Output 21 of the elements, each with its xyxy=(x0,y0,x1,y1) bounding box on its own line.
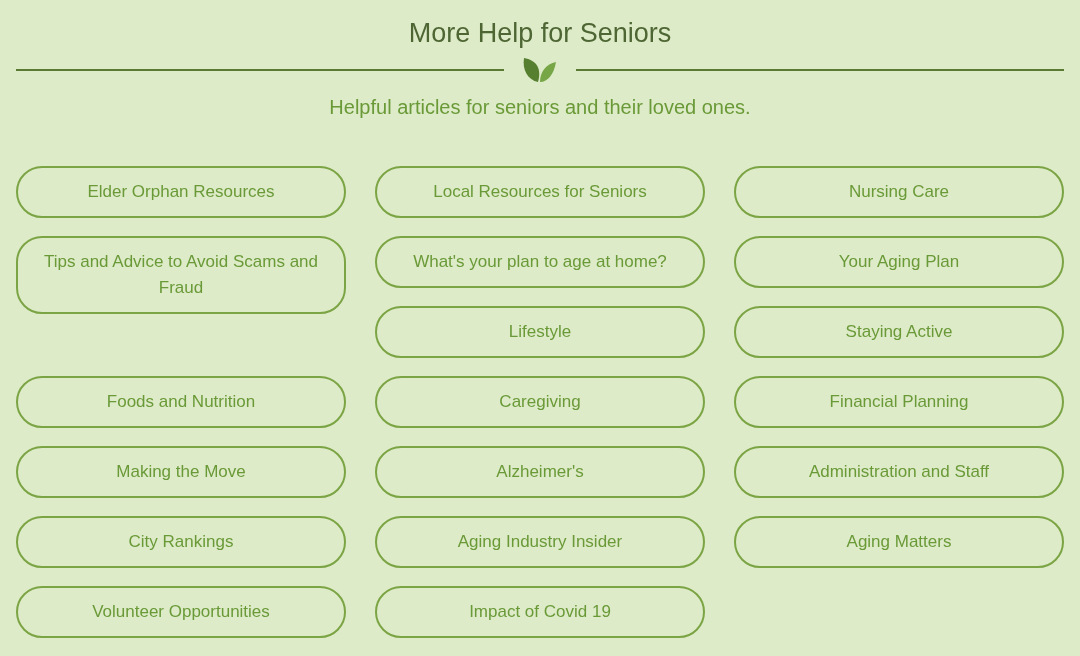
article-link[interactable]: What's your plan to age at home? xyxy=(375,236,705,288)
article-link[interactable]: Impact of Covid 19 xyxy=(375,586,705,638)
article-link[interactable]: Administration and Staff xyxy=(734,446,1064,498)
article-link[interactable]: Volunteer Opportunities xyxy=(16,586,346,638)
section-subtitle: Helpful articles for seniors and their loved ones. xyxy=(328,95,752,120)
article-link[interactable]: Tips and Advice to Avoid Scams and Fraud xyxy=(16,236,346,314)
article-link[interactable]: Local Resources for Seniors xyxy=(375,166,705,218)
article-link[interactable]: City Rankings xyxy=(16,516,346,568)
article-link[interactable]: Your Aging Plan xyxy=(734,236,1064,288)
article-link[interactable]: Foods and Nutrition xyxy=(16,376,346,428)
article-link[interactable]: Lifestyle xyxy=(375,306,705,358)
article-link[interactable]: Aging Industry Insider xyxy=(375,516,705,568)
article-link[interactable]: Elder Orphan Resources xyxy=(16,166,346,218)
article-link[interactable]: Staying Active xyxy=(734,306,1064,358)
article-link[interactable]: Aging Matters xyxy=(734,516,1064,568)
article-link[interactable]: Nursing Care xyxy=(734,166,1064,218)
article-link[interactable]: Financial Planning xyxy=(734,376,1064,428)
article-link[interactable]: Alzheimer's xyxy=(375,446,705,498)
article-link[interactable]: Making the Move xyxy=(16,446,346,498)
article-link[interactable]: Caregiving xyxy=(375,376,705,428)
section-title: More Help for Seniors xyxy=(407,17,673,50)
